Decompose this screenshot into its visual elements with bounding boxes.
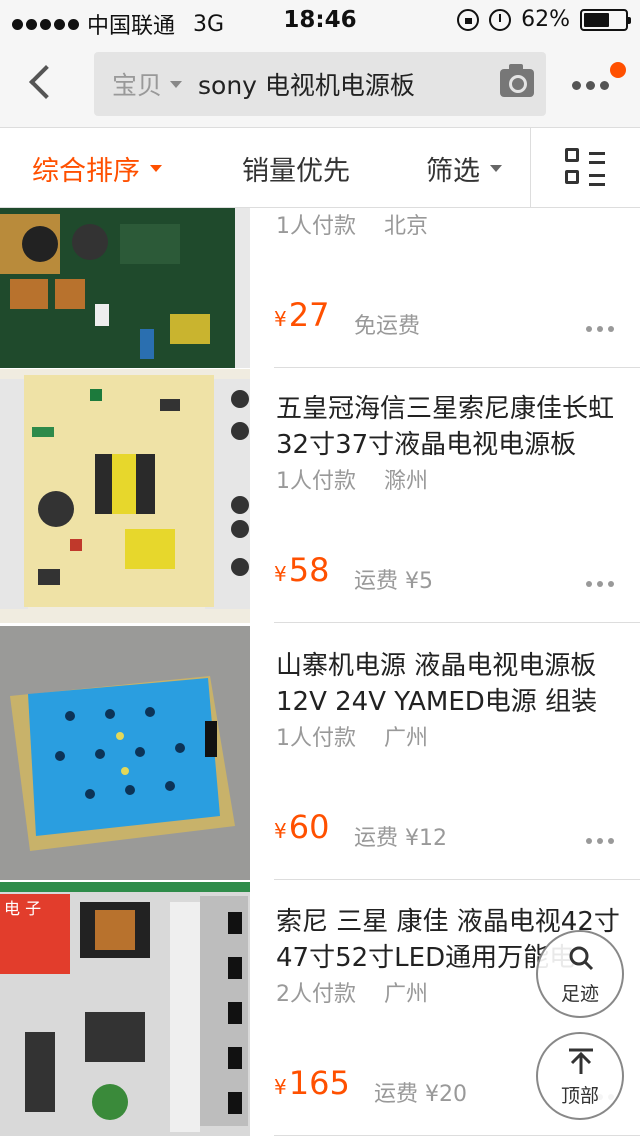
- product-location: 滁州: [384, 469, 429, 494]
- currency-symbol: ¥: [274, 307, 287, 331]
- footprint-search-icon: [569, 946, 594, 971]
- layout-toggle-button[interactable]: [530, 128, 640, 208]
- tab-filter[interactable]: 筛选: [426, 128, 502, 208]
- product-location: 广州: [384, 726, 429, 751]
- product-item[interactable]: 1人付款 北京 ¥ 27 免运费: [0, 208, 640, 368]
- item-more-button[interactable]: [586, 838, 614, 844]
- circuit-board-image: [0, 369, 250, 623]
- arrow-up-icon: [569, 1048, 593, 1074]
- product-thumbnail[interactable]: [0, 626, 250, 880]
- product-info: 五皇冠海信三星索尼康佳长虹32寸37寸液晶电视电源板 1人付款 滁州 ¥ 58 …: [274, 369, 640, 623]
- product-buyers: 1人付款: [276, 469, 356, 494]
- product-location: 北京: [384, 214, 429, 239]
- footprint-label: 足迹: [560, 983, 599, 1005]
- product-buyers: 1人付款: [276, 726, 356, 751]
- product-price: ¥ 27: [274, 296, 329, 334]
- footprint-button[interactable]: 足迹: [536, 930, 624, 1018]
- more-dot-icon: [600, 80, 609, 90]
- price-value: 60: [288, 808, 330, 846]
- item-more-button[interactable]: [586, 326, 614, 332]
- thumb-watermark: 电 子: [4, 899, 41, 918]
- product-buyers: 1人付款: [276, 214, 356, 239]
- chevron-down-icon: [490, 164, 502, 172]
- product-item[interactable]: 山寨机电源 液晶电视电源板 12V 24V YAMED电源 组装 1人付款 广州…: [0, 626, 640, 880]
- search-input[interactable]: sony 电视机电源板: [198, 66, 415, 102]
- back-button[interactable]: [22, 58, 62, 108]
- circuit-board-image: 电 子: [0, 882, 250, 1136]
- product-info: 山寨机电源 液晶电视电源板 12V 24V YAMED电源 组装 1人付款 广州…: [274, 626, 640, 880]
- price-value: 165: [288, 1064, 350, 1102]
- product-price: ¥ 60: [274, 808, 329, 846]
- tab-label: 销量优先: [242, 155, 350, 187]
- product-shipping: 运费 ¥5: [354, 569, 433, 594]
- notification-dot: [610, 62, 626, 78]
- battery-percent: 62%: [521, 7, 570, 32]
- product-buyers: 2人付款: [276, 982, 356, 1007]
- product-title: 五皇冠海信三星索尼康佳长虹32寸37寸液晶电视电源板: [276, 394, 615, 460]
- product-price: ¥ 165: [274, 1064, 350, 1102]
- product-shipping: 免运费: [354, 314, 421, 339]
- currency-symbol: ¥: [274, 562, 287, 586]
- more-dot-icon: [572, 80, 581, 90]
- product-info: 1人付款 北京 ¥ 27 免运费: [274, 208, 640, 368]
- camera-icon[interactable]: [500, 64, 534, 97]
- product-shipping: 运费 ¥12: [354, 826, 447, 851]
- tab-label: 筛选: [426, 155, 480, 187]
- nav-bar: 宝贝 sony 电视机电源板: [0, 40, 640, 128]
- more-dot-icon: [586, 80, 595, 90]
- search-scope-label: 宝贝: [112, 71, 163, 100]
- status-bar: 中国联通 3G 18:46 62%: [0, 0, 640, 40]
- item-more-button[interactable]: [586, 581, 614, 587]
- rotation-lock-icon: [457, 8, 480, 31]
- back-to-top-button[interactable]: 顶部: [536, 1032, 624, 1120]
- product-location: 广州: [384, 982, 429, 1007]
- top-label: 顶部: [560, 1085, 599, 1107]
- price-value: 27: [288, 296, 330, 334]
- battery-icon: [580, 8, 631, 31]
- currency-symbol: ¥: [274, 1075, 287, 1099]
- product-price: ¥ 58: [274, 551, 329, 589]
- alarm-icon: [489, 8, 512, 31]
- price-value: 58: [288, 551, 330, 589]
- tab-comprehensive-sort[interactable]: 综合排序: [32, 128, 162, 208]
- chevron-down-icon: [170, 80, 183, 88]
- product-item[interactable]: 五皇冠海信三星索尼康佳长虹32寸37寸液晶电视电源板 1人付款 滁州 ¥ 58 …: [0, 369, 640, 623]
- sort-bar: 综合排序 销量优先 筛选: [0, 128, 640, 208]
- product-thumbnail[interactable]: [0, 208, 250, 368]
- chevron-down-icon: [150, 164, 162, 172]
- tab-sales-first[interactable]: 销量优先: [242, 128, 350, 208]
- product-shipping: 运费 ¥20: [374, 1082, 467, 1107]
- circuit-board-image: [0, 208, 250, 368]
- search-scope-dropdown[interactable]: 宝贝: [112, 66, 183, 102]
- currency-symbol: ¥: [274, 819, 287, 843]
- product-thumbnail[interactable]: [0, 369, 250, 623]
- search-box[interactable]: 宝贝 sony 电视机电源板: [94, 52, 546, 116]
- tab-label: 综合排序: [32, 155, 140, 187]
- product-thumbnail[interactable]: 电 子: [0, 882, 250, 1136]
- product-title: 山寨机电源 液晶电视电源板 12V 24V YAMED电源 组装: [276, 651, 598, 717]
- power-supply-image: [0, 626, 250, 880]
